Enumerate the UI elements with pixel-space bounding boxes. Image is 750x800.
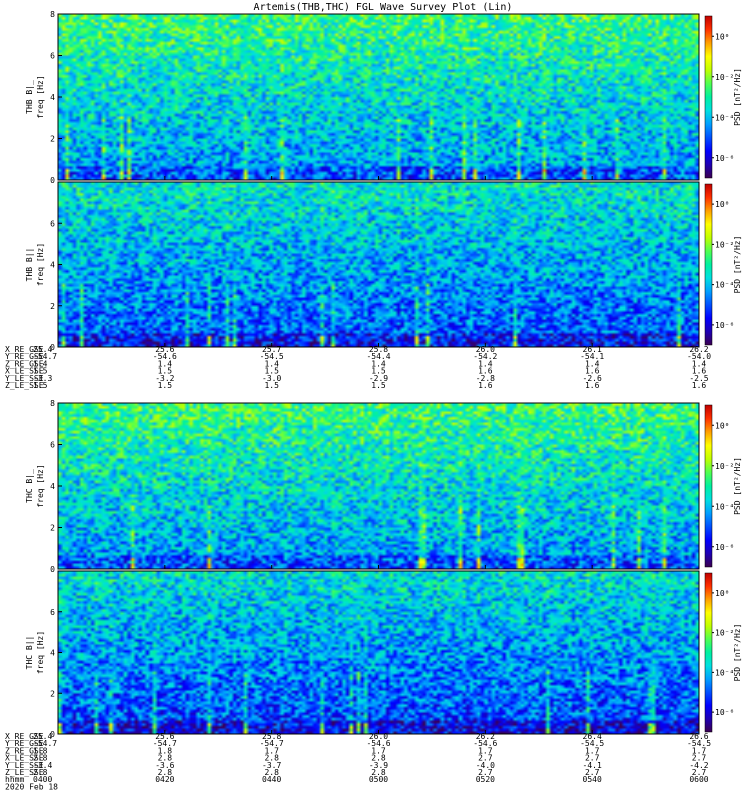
colorbar-tick-label: 10⁰ <box>715 589 729 598</box>
colorbar-tick-label: 10⁻⁴ <box>715 281 734 290</box>
colorbar <box>704 404 713 568</box>
y-tick-label: 6 <box>50 608 55 617</box>
ephemeris-value: 1.5 <box>371 381 386 390</box>
spectrogram-panel: 0246THB B|| freq [Hz]10⁰10⁻²10⁻⁴10⁻⁶PSD [… <box>25 181 742 352</box>
colorbar-tick-label: 10⁻² <box>715 462 734 471</box>
colorbar-tick-label: 10⁻⁶ <box>715 543 734 552</box>
colorbar-tick-label: 10⁰ <box>715 421 729 430</box>
colorbar-tick-label: 10⁻² <box>715 629 734 638</box>
spectrogram-image <box>58 14 699 180</box>
y-tick-label: 0 <box>50 176 55 185</box>
ephemeris-value: 1.5 <box>33 381 48 390</box>
colorbar-tick-label: 10⁻⁶ <box>715 154 734 163</box>
freq-axis-label: freq [Hz] <box>36 464 45 507</box>
y-tick-label: 4 <box>50 261 55 270</box>
freq-axis-label: freq [Hz] <box>36 75 45 118</box>
colorbar-tick-label: 10⁻⁶ <box>715 321 734 330</box>
colorbar-label: PSD [nT²/Hz] <box>733 236 742 294</box>
y-tick-label: 2 <box>50 302 55 311</box>
probe-label: THC B|| <box>25 636 34 670</box>
probe-label: THC B|_ <box>25 469 34 503</box>
y-tick-label: 6 <box>50 52 55 61</box>
probe-label: THB B|| <box>25 248 34 282</box>
ephemeris-value: 0600 <box>689 775 708 784</box>
spectrogram-image <box>58 182 699 347</box>
ephemeris-table: X_RE_GSE25.4 25.6 25.7 25.8 26.0 26.1 26.2Y_RE… <box>5 345 711 390</box>
y-tick-label: 2 <box>50 689 55 698</box>
ephemeris-value: 1.5 <box>264 381 279 390</box>
y-tick-label: 8 <box>50 10 55 19</box>
chart-title: Artemis(THB,THC) FGL Wave Survey Plot (L… <box>254 2 513 13</box>
freq-axis-label: freq [Hz] <box>36 243 45 286</box>
colorbar-label: PSD [nT²/Hz] <box>733 624 742 682</box>
ephemeris-value: 1.6 <box>585 381 600 390</box>
spectrogram-panel: 0 2 4 6 8 THB B|_ freq [Hz] 10⁰ 10⁻² 10⁻⁴ 10⁻⁶ PSD … <box>25 10 742 185</box>
ephemeris-value: 0520 <box>476 775 495 784</box>
colorbar-tick-label: 10⁰ <box>715 32 729 41</box>
y-tick-label: 4 <box>50 93 55 102</box>
freq-axis-label: freq [Hz] <box>36 631 45 674</box>
colorbar-tick-label: 10⁰ <box>715 200 729 209</box>
ephemeris-value: 0500 <box>369 775 388 784</box>
y-tick-label: 2 <box>50 524 55 533</box>
colorbar-tick-label: 10⁻⁴ <box>715 502 734 511</box>
y-tick-label: 8 <box>50 399 55 408</box>
ephemeris-value: 0420 <box>155 775 174 784</box>
spectrogram-image <box>58 403 699 569</box>
ephemeris-value: 0440 <box>262 775 281 784</box>
y-tick-label: 0 <box>50 565 55 574</box>
plot-area: 02468THB B|_ freq [Hz]10⁰10⁻²10⁻⁴10⁻⁶PSD … <box>5 10 742 791</box>
spectrogram-panel: 0246THC B|| freq [Hz]10⁰10⁻²10⁻⁴10⁻⁶PSD [… <box>25 570 742 739</box>
wave-survey-figure: Artemis(THB,THC) FGL Wave Survey Plot (L… <box>5 2 742 791</box>
spectrogram-image <box>58 571 699 734</box>
ephemeris-value: 0540 <box>583 775 602 784</box>
colorbar-label: PSD [nT²/Hz] <box>733 68 742 126</box>
colorbar-tick-label: 10⁻² <box>715 240 734 249</box>
ephemeris-row-label: 2020 Feb 18 <box>5 782 58 791</box>
y-tick-label: 2 <box>50 135 55 144</box>
colorbar-label: PSD [nT²/Hz] <box>733 457 742 515</box>
colorbar-tick-label: 10⁻² <box>715 73 734 82</box>
ephemeris-value: 1.6 <box>478 381 493 390</box>
probe-label: THB B|_ <box>25 80 34 114</box>
colorbar-tick-label: 10⁻⁴ <box>715 113 734 122</box>
ephemeris-value: 1.5 <box>158 381 173 390</box>
colorbar-tick-label: 10⁻⁴ <box>715 668 734 677</box>
colorbar <box>704 15 713 179</box>
y-tick-label: 6 <box>50 441 55 450</box>
y-tick-label: 4 <box>50 482 55 491</box>
y-tick-label: 4 <box>50 649 55 658</box>
spectrogram-panel: 0 2 4 6 8 THC B|_ freq [Hz] 10⁰ 10⁻² 10⁻⁴ 10⁻⁶ PSD … <box>25 399 742 574</box>
colorbar <box>704 183 713 346</box>
ephemeris-table: X_RE_GSE25.4 25.6 25.8 26.0 26.2 26.4 26.6Y_RE… <box>5 732 711 791</box>
y-tick-label: 6 <box>50 219 55 228</box>
colorbar <box>704 572 713 733</box>
colorbar-tick-label: 10⁻⁶ <box>715 708 734 717</box>
ephemeris-value: 1.6 <box>692 381 707 390</box>
